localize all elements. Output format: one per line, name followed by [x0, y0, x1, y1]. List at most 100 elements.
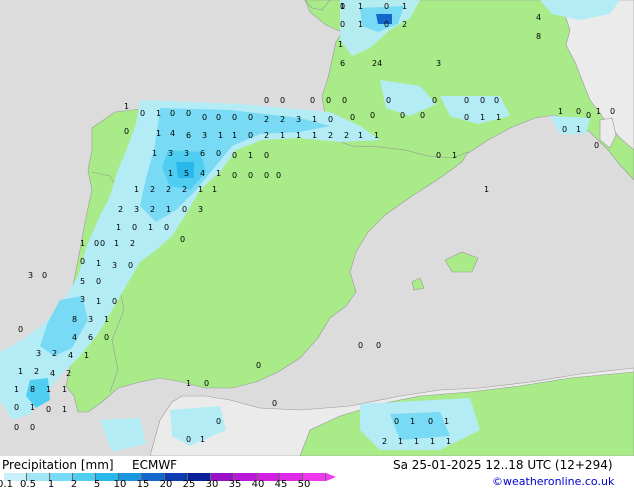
precip-value-label: 0 [358, 341, 363, 350]
precip-value-label: 0 [350, 113, 355, 122]
precip-value-label: 1 [134, 185, 139, 194]
precip-value-label: 1 [200, 435, 205, 444]
precip-value-label: 1 [156, 109, 161, 118]
precip-value-label: 0 [464, 96, 469, 105]
precip-value-label: 1 [338, 40, 343, 49]
precip-value-label: 8 [536, 32, 541, 41]
precip-value-label: 1 [452, 151, 457, 160]
legend-tick: 45 [274, 479, 288, 490]
legend-tick: 25 [182, 479, 196, 490]
precip-value-label: 0 [140, 109, 145, 118]
precip-value-label: 1 [216, 169, 221, 178]
precip-value-label: 0 [42, 271, 47, 280]
precip-value-label: 2 [280, 115, 285, 124]
precip-value-label: 0 [594, 141, 599, 150]
precipitation-map: 0 1 0 1 0 1 0 2 1 6 24 3 4 8 0 0 0 0 0 0 0 0 0 0 1 0 1 0 0 0 0 0 0 2 2 3 1 0 0… [0, 0, 634, 456]
precip-value-label: 0 [464, 113, 469, 122]
precip-value-label: 4 [50, 369, 55, 378]
precip-value-label: 1 [96, 259, 101, 268]
precip-value-label: 3 [134, 205, 139, 214]
precip-value-label: 5 [80, 277, 85, 286]
legend-tick: 50 [297, 479, 311, 490]
precip-value-label: 1 [80, 239, 85, 248]
precip-value-label: 3 [296, 115, 301, 124]
precip-value-label: 0 [248, 131, 253, 140]
precip-value-label: 8 [72, 315, 77, 324]
precip-value-label: 0 [96, 277, 101, 286]
precip-value-label: 0 [182, 205, 187, 214]
precip-value-label: 1 [152, 149, 157, 158]
precip-value-label: 3 [184, 149, 189, 158]
precip-value-label: 0 [256, 361, 261, 370]
precip-value-label: 3 [436, 59, 441, 68]
precip-value-label: 5 [184, 169, 189, 178]
precip-value-label: 0 [232, 113, 237, 122]
precip-value-label: 1 [484, 185, 489, 194]
precip-value-label: 1 [148, 223, 153, 232]
precip-value-label: 24 [372, 59, 382, 68]
precip-value-label: 2 [328, 131, 333, 140]
precip-value-label: 1 [398, 437, 403, 446]
precip-value-label: 1 [480, 113, 485, 122]
precip-value-label: 0 [124, 127, 129, 136]
precip-value-label: 3 [168, 149, 173, 158]
precip-value-label: 0 [100, 239, 105, 248]
precip-value-label: 1 [124, 102, 129, 111]
precip-value-label: 6 [186, 131, 191, 140]
precip-value-label: 0 [494, 96, 499, 105]
precip-value-label: 0 [272, 399, 277, 408]
precip-value-label: 0 [562, 125, 567, 134]
precip-value-label: 1 [358, 2, 363, 11]
precip-value-label: 2 [52, 349, 57, 358]
legend-tick: 15 [136, 479, 150, 490]
precip-value-label: 3 [80, 295, 85, 304]
precip-value-label: 0 [186, 109, 191, 118]
precip-value-label: 1 [156, 129, 161, 138]
precip-value-label: 0 [394, 417, 399, 426]
precip-value-label: 8 [30, 385, 35, 394]
precip-value-label: 0 [370, 111, 375, 120]
precip-value-label: 0 [216, 417, 221, 426]
legend-tick: 20 [159, 479, 173, 490]
precip-value-label: 2 [118, 205, 123, 214]
precip-value-label: 2 [66, 369, 71, 378]
precip-value-label: 0 [14, 423, 19, 432]
copyright-link[interactable]: ©weatheronline.co.uk [492, 475, 614, 488]
precip-value-label: 1 [168, 169, 173, 178]
precip-value-label: 0 [326, 96, 331, 105]
precip-value-label: 0 [386, 96, 391, 105]
precip-value-label: 1 [114, 239, 119, 248]
precip-value-label: 0 [420, 111, 425, 120]
precip-value-label: 0 [104, 333, 109, 342]
precip-value-label: 0 [432, 96, 437, 105]
precip-value-label: 0 [164, 223, 169, 232]
legend-tick: 0.1 [0, 479, 13, 490]
precip-value-label: 1 [340, 2, 345, 11]
precip-value-label: 1 [212, 185, 217, 194]
precip-value-label: 2 [402, 20, 407, 29]
precip-value-label: 1 [414, 437, 419, 446]
precip-value-label: 4 [72, 333, 77, 342]
precip-value-label: 0 [248, 171, 253, 180]
precip-value-label: 0 [610, 107, 615, 116]
precip-value-label: 1 [374, 131, 379, 140]
precip-value-label: 0 [186, 435, 191, 444]
precip-value-label: 2 [150, 205, 155, 214]
precip-value-label: 0 [232, 151, 237, 160]
precip-value-label: 2 [182, 185, 187, 194]
precip-value-label: 1 [496, 113, 501, 122]
precip-value-label: 0 [30, 423, 35, 432]
precip-value-label: 2 [150, 185, 155, 194]
precip-value-label: 2 [130, 239, 135, 248]
precip-value-label: 2 [382, 437, 387, 446]
precip-value-label: 6 [340, 59, 345, 68]
precip-value-label: 1 [14, 385, 19, 394]
precip-value-label: 3 [198, 205, 203, 214]
precip-value-label: 1 [84, 351, 89, 360]
precip-value-label: 1 [232, 131, 237, 140]
legend-tick: 2 [70, 479, 78, 490]
precip-value-label: 1 [312, 115, 317, 124]
precip-value-label: 0 [180, 235, 185, 244]
precip-value-label: 1 [46, 385, 51, 394]
precip-value-label: 0 [46, 405, 51, 414]
